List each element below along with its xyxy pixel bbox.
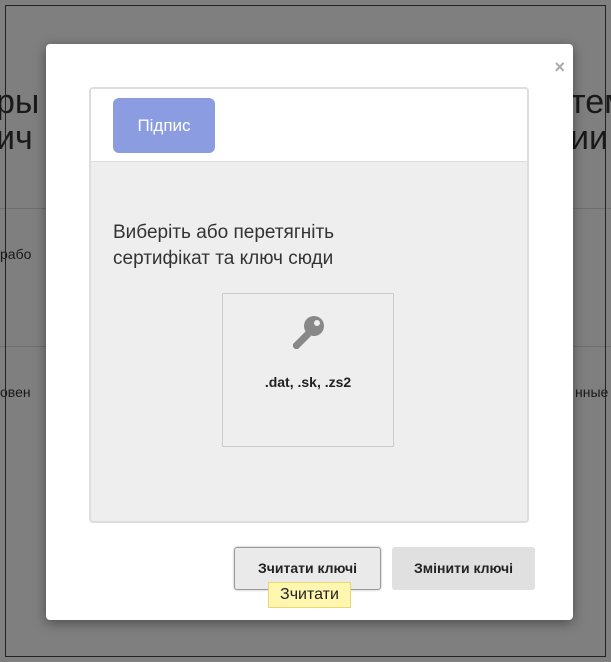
change-keys-button[interactable]: Змінити ключі: [392, 547, 535, 590]
drop-instructions-line-2: сертифікат та ключ сюди: [113, 248, 334, 269]
key-icon: [293, 316, 324, 349]
key-panel: Підпис Виберіть або перетягніть сертифік…: [89, 87, 529, 523]
drop-instructions-line-1: Виберіть або перетягніть: [113, 222, 335, 243]
key-drop-zone[interactable]: .dat, .sk, .zs2: [222, 293, 394, 447]
file-extensions: .dat, .sk, .zs2: [264, 374, 352, 390]
sign-modal: × Підпис Виберіть або перетягніть сертиф…: [46, 44, 573, 620]
drop-instructions: Виберіть або перетягніть сертифікат та к…: [113, 220, 493, 272]
tab-sign[interactable]: Підпис: [113, 98, 215, 153]
panel-header: Підпис: [91, 89, 527, 162]
close-button[interactable]: ×: [554, 58, 565, 76]
read-tooltip: Зчитати: [268, 582, 351, 608]
